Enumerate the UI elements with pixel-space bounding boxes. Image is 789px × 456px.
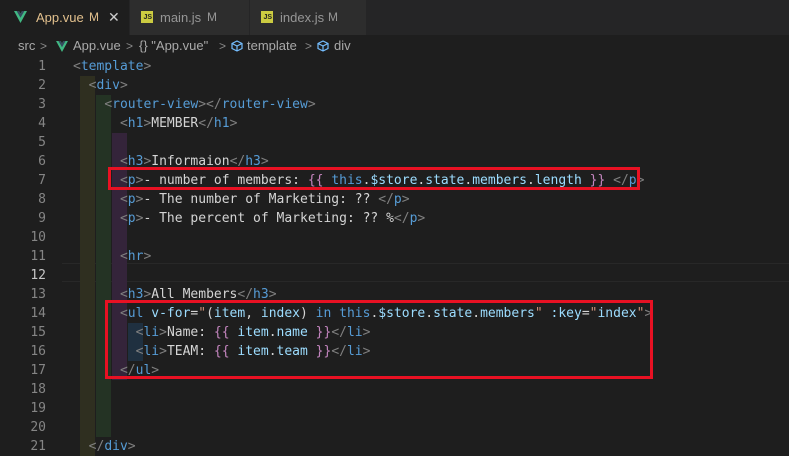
line-number: 5 [38,135,46,150]
code-token: - The number of Marketing: ?? [143,192,379,207]
code-token: </ [393,211,410,226]
line-number: 16 [30,344,46,359]
highlight-box-members-count [108,167,640,190]
line-number: 17 [30,363,46,378]
line-number: 6 [38,154,46,169]
indent-guide [80,76,95,456]
line-number: 1 [38,59,46,74]
code-line[interactable]: <router-view></router-view> [73,95,316,114]
line-number: 10 [30,230,46,245]
code-token: template [80,59,144,74]
line-number: 20 [30,420,46,435]
line-number: 7 [38,173,46,188]
code-token: MEMBER [151,116,199,131]
code-token: < [119,116,128,131]
line-number: 2 [38,78,46,93]
code-line[interactable]: <p>- The percent of Marketing: ?? %</p> [73,209,425,228]
code-token: > [143,59,152,74]
code-token: < [119,192,128,207]
current-line-highlight [62,263,789,282]
modified-badge: M [207,10,217,24]
js-icon: JS [141,11,153,23]
code-editor[interactable]: 1 2 3 4 5 6 7 8 9 10 11 12 13 14 15 16 17 18 19 20 21 <templ… [0,57,789,456]
line-number: 15 [30,325,46,340]
line-number: 13 [30,287,46,302]
line-number: 21 [30,439,46,454]
code-token: div [104,439,128,454]
vue-icon [14,11,27,23]
line-number: 18 [30,382,46,397]
code-token: p [393,192,402,207]
tab-label: index.js [280,10,325,25]
highlight-box-members-list [105,300,653,379]
cube-icon [317,40,329,52]
code-token: p [127,211,136,226]
modified-badge: M [328,10,338,24]
line-number: 9 [38,211,46,226]
breadcrumb-item-div[interactable]: div [334,35,351,57]
chevron-right-icon: > [40,39,48,53]
code-token: > [119,78,128,93]
code-token: h1 [213,116,230,131]
js-icon: JS [261,11,273,23]
breadcrumb-item-file[interactable]: App.vue [73,35,121,57]
code-token: p [127,192,136,207]
code-token: > [307,97,316,112]
tab-app-vue[interactable]: App.vue M ✕ [0,0,130,35]
code-line[interactable]: </div> [73,437,136,456]
code-line[interactable]: <template> [73,57,151,76]
line-number: 4 [38,116,46,131]
breadcrumb-item-template[interactable]: template [247,35,297,57]
code-line[interactable]: <div> [73,76,128,95]
line-number: 19 [30,401,46,416]
tab-label: App.vue [36,10,84,25]
tab-label: main.js [160,10,202,25]
code-token: hr [127,249,144,264]
code-token: < [73,59,81,74]
code-token: > [401,192,410,207]
cube-icon [231,40,243,52]
code-line[interactable]: <hr> [73,247,151,266]
indent-guide [96,95,111,437]
breadcrumb-item-src[interactable]: src [18,35,35,57]
code-token: </ [378,192,394,207]
chevron-right-icon: > [305,39,313,53]
line-number: 11 [30,249,46,264]
tab-index-js[interactable]: JS index.js M [250,0,367,35]
code-token: > [127,439,136,454]
code-token: router-view [221,97,308,112]
code-line[interactable]: <h1>MEMBER</h1> [73,114,237,133]
code-token: div [96,78,120,93]
vue-icon [56,41,68,52]
chevron-right-icon: > [219,39,227,53]
line-number: 14 [30,306,46,321]
line-number: 12 [30,268,46,283]
code-token: ></ [198,97,222,112]
tab-main-js[interactable]: JS main.js M [130,0,250,35]
code-token: < [119,211,128,226]
line-number: 3 [38,97,46,112]
code-token: - The percent of Marketing: ?? % [143,211,394,226]
code-token: > [143,249,152,264]
line-number: 8 [38,192,46,207]
code-token: </ [88,439,105,454]
code-token: < [104,97,113,112]
code-token: < [119,249,128,264]
breadcrumb-item-module[interactable]: {} "App.vue" [139,35,208,57]
modified-badge: M [89,10,99,24]
code-token: </ [198,116,214,131]
close-icon[interactable]: ✕ [108,0,120,35]
editor-tab-bar: App.vue M ✕ JS main.js M JS index.js M [0,0,789,35]
code-token: > [417,211,426,226]
chevron-right-icon: > [126,39,134,53]
code-token: > [229,116,238,131]
code-token: h1 [127,116,144,131]
code-line[interactable]: <p>- The number of Marketing: ?? </p> [73,190,410,209]
code-token: router-view [112,97,199,112]
breadcrumb: src > App.vue > {} "App.vue" > template … [0,35,789,57]
